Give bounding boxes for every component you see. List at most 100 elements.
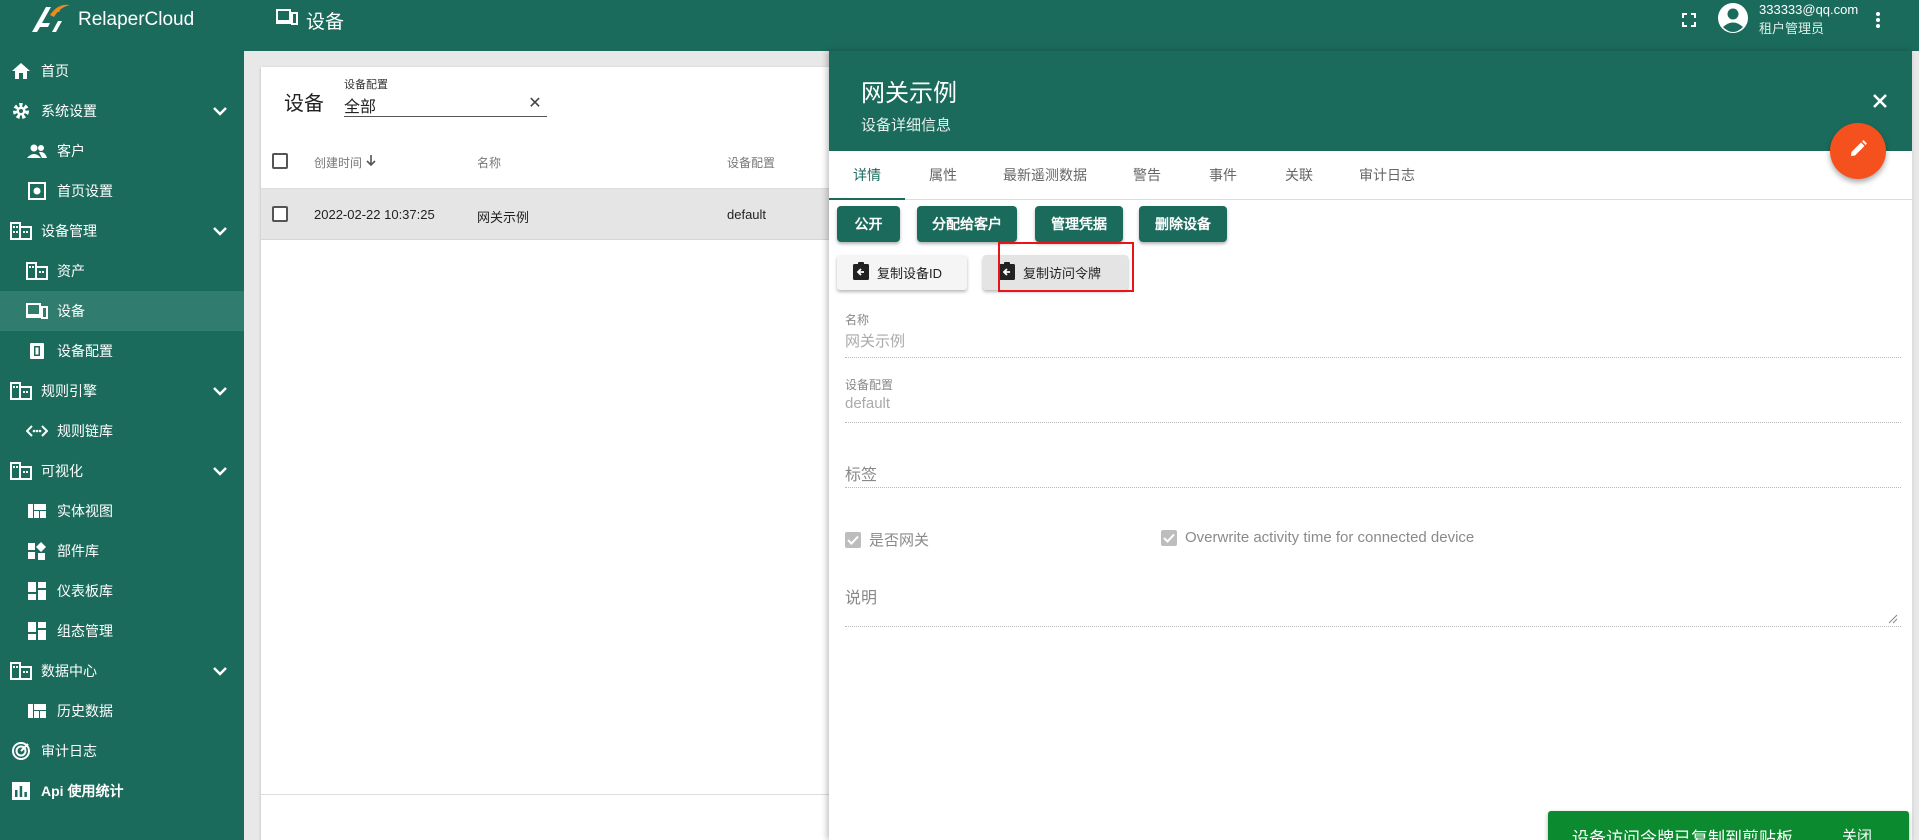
sidebar-item-customers[interactable]: 客户 [0, 131, 244, 171]
detail-tabs: 详情 属性 最新遥测数据 警告 事件 关联 审计日志 [829, 151, 1912, 200]
check-icon [1161, 529, 1177, 546]
device-profile-filter-label: 设备配置 [344, 79, 388, 91]
field-underline [845, 487, 1901, 488]
domain-icon [10, 380, 32, 402]
cell-name: 网关示例 [477, 210, 530, 225]
field-underline [845, 422, 1901, 423]
sidebar-item-visualization[interactable]: 可视化 [0, 451, 244, 491]
dashboard-icon [26, 580, 48, 602]
field-underline [845, 357, 1901, 358]
overwrite-activity-time-checkbox[interactable]: Overwrite activity time for connected de… [1161, 529, 1474, 546]
sidebar-item-history-data[interactable]: 历史数据 [0, 691, 244, 731]
resize-handle-icon[interactable] [1888, 611, 1898, 624]
sidebar-item-label: 首页设置 [57, 183, 113, 199]
chevron-down-icon[interactable] [210, 101, 230, 121]
select-all-checkbox[interactable] [272, 153, 288, 169]
sidebar-item-label: 资产 [57, 263, 85, 279]
snackbar-close-button[interactable]: 关闭 [1842, 825, 1872, 840]
sidebar-item-label: 规则引擎 [41, 383, 97, 399]
device-details-drawer: 网关示例 设备详细信息 详情 属性 最新遥测数据 警告 事件 关联 审计日志 公… [829, 51, 1912, 840]
close-icon[interactable] [1867, 88, 1893, 114]
column-header-name[interactable]: 名称 [477, 154, 501, 171]
tab-relations[interactable]: 关联 [1261, 151, 1337, 200]
table-row[interactable]: 2022-02-22 10:37:25 网关示例 default [261, 189, 831, 240]
delete-device-button[interactable]: 删除设备 [1139, 206, 1227, 242]
view-quilt-icon [26, 500, 48, 522]
sidebar-item-device-management[interactable]: 设备管理 [0, 211, 244, 251]
sidebar-item-assets[interactable]: 资产 [0, 251, 244, 291]
customers-icon [26, 140, 48, 162]
more-vert-icon[interactable] [1868, 8, 1888, 32]
row-checkbox[interactable] [272, 206, 288, 222]
tab-events[interactable]: 事件 [1185, 151, 1261, 200]
manage-credentials-button[interactable]: 管理凭据 [1035, 206, 1123, 242]
snackbar-message: 设备访问令牌已复制到剪贴板 [1572, 829, 1793, 840]
list-title: 设备 [284, 93, 324, 115]
sidebar-item-entity-views[interactable]: 实体视图 [0, 491, 244, 531]
device-profile-filter[interactable]: 全部 [344, 93, 547, 117]
tab-alarms[interactable]: 警告 [1109, 151, 1185, 200]
chevron-down-icon[interactable] [210, 221, 230, 241]
column-header-device-profile[interactable]: 设备配置 [727, 154, 775, 171]
domain-icon [10, 660, 32, 682]
label-field[interactable]: 标签 [845, 461, 877, 485]
sidebar-item-dashboards[interactable]: 仪表板库 [0, 571, 244, 611]
chevron-down-icon[interactable] [210, 381, 230, 401]
sidebar-item-audit-logs[interactable]: 审计日志 [0, 731, 244, 771]
page-heading: 设备 [276, 8, 345, 33]
fullscreen-icon[interactable] [1678, 9, 1700, 31]
device-profile-field[interactable]: default [845, 395, 890, 412]
device-list-panel: 设备 设备配置 全部 ✕ 创建时间 名称 设备配置 2022-02-22 10:… [261, 67, 831, 840]
cell-created-time: 2022-02-22 10:37:25 [314, 207, 435, 222]
sidebar-item-label: 设备 [57, 303, 85, 319]
sidebar-item-data-center[interactable]: 数据中心 [0, 651, 244, 691]
sidebar-item-home-settings[interactable]: 首页设置 [0, 171, 244, 211]
tab-audit-logs[interactable]: 审计日志 [1337, 151, 1437, 200]
page-heading-text: 设备 [306, 11, 345, 33]
column-header-label: 创建时间 [314, 156, 363, 170]
sidebar-item-label: 实体视图 [57, 503, 113, 519]
view-quilt-icon [26, 700, 48, 722]
copy-access-token-button[interactable]: 复制访问令牌 [983, 255, 1128, 290]
edit-fab-button[interactable] [1830, 123, 1886, 179]
copy-access-token-label: 复制访问令牌 [1023, 266, 1102, 281]
device-profile-field-label: 设备配置 [845, 378, 894, 392]
assignment-return-icon [853, 262, 869, 283]
sidebar-item-scada[interactable]: 组态管理 [0, 611, 244, 651]
assign-to-customer-button[interactable]: 分配给客户 [917, 206, 1017, 242]
description-field[interactable]: 说明 [845, 584, 877, 608]
sidebar-item-widget-library[interactable]: 部件库 [0, 531, 244, 571]
chevron-down-icon[interactable] [210, 661, 230, 681]
sidebar-item-devices[interactable]: 设备 [0, 291, 244, 331]
sidebar-item-home[interactable]: 首页 [0, 51, 244, 91]
sidebar-item-system-settings[interactable]: 系统设置 [0, 91, 244, 131]
user-role: 租户管理员 [1759, 21, 1825, 36]
user-email[interactable]: 333333@qq.com [1759, 1, 1858, 18]
copy-device-id-button[interactable]: 复制设备ID [837, 255, 967, 290]
sidebar-item-label: 仪表板库 [57, 583, 113, 599]
dashboard-icon [26, 620, 48, 642]
name-field[interactable]: 网关示例 [845, 330, 905, 351]
cell-device-profile: default [727, 207, 767, 222]
tab-details[interactable]: 详情 [829, 151, 905, 200]
sidebar-item-rule-engine[interactable]: 规则引擎 [0, 371, 244, 411]
sidebar-item-label: 首页 [41, 63, 69, 79]
sidebar-item-api-usage[interactable]: Api 使用统计 [0, 771, 244, 811]
clear-filter-icon[interactable]: ✕ [526, 95, 544, 113]
account-circle-icon[interactable] [1716, 1, 1750, 35]
tab-latest-telemetry[interactable]: 最新遥测数据 [981, 151, 1109, 200]
chevron-down-icon[interactable] [210, 461, 230, 481]
is-gateway-checkbox[interactable]: 是否网关 [845, 529, 929, 550]
overwrite-activity-time-label: Overwrite activity time for connected de… [1185, 529, 1475, 546]
sidebar-item-rule-chains[interactable]: 规则链库 [0, 411, 244, 451]
sidebar-item-device-profiles[interactable]: 设备配置 [0, 331, 244, 371]
drawer-subtitle: 设备详细信息 [861, 117, 952, 134]
top-app-bar: RelaperCloud 设备 333333@qq.com 租户管理员 [0, 0, 1919, 51]
is-gateway-label: 是否网关 [869, 532, 930, 549]
column-header-created-time[interactable]: 创建时间 [314, 154, 376, 171]
app-logo[interactable]: RelaperCloud [28, 0, 228, 40]
sidebar-item-label: 组态管理 [57, 623, 113, 639]
widgets-icon [26, 540, 48, 562]
make-public-button[interactable]: 公开 [837, 206, 900, 242]
tab-attributes[interactable]: 属性 [905, 151, 981, 200]
